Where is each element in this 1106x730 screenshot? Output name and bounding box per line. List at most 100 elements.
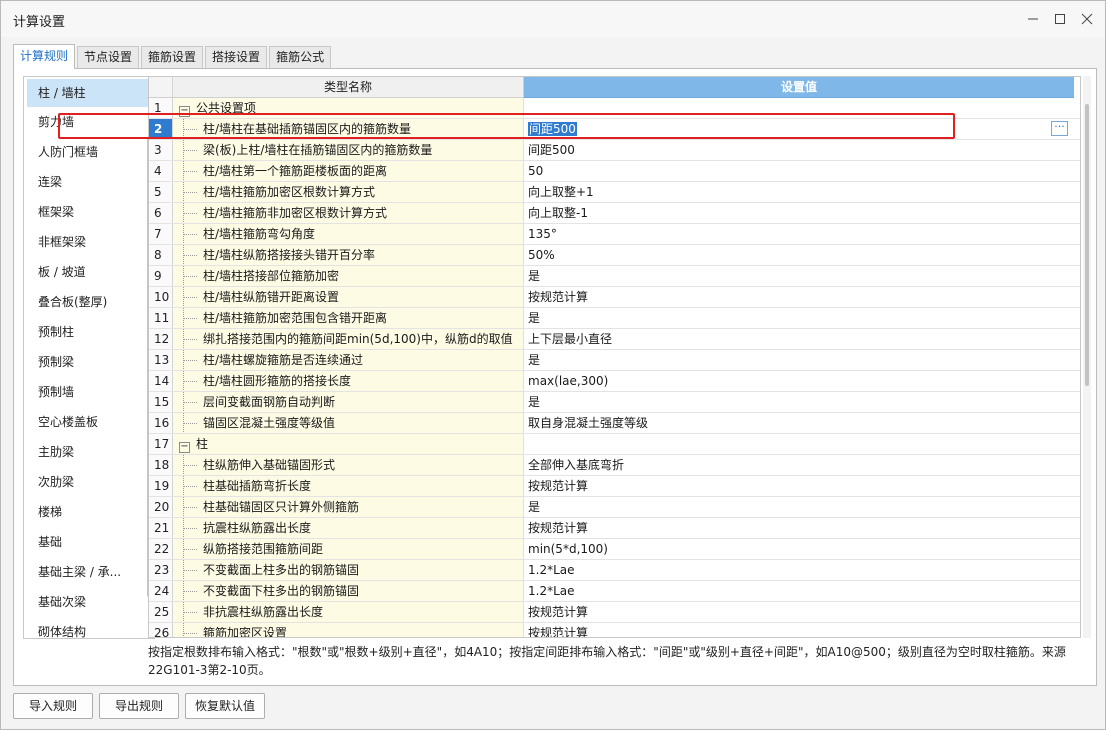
sidebar-item-15[interactable]: 基础 [24,527,154,557]
setting-name-cell[interactable]: 柱/墙柱箍筋加密区根数计算方式 [173,182,524,202]
sidebar-item-16[interactable]: 基础主梁 / 承... [24,557,154,587]
setting-name-cell[interactable]: 柱纵筋伸入基础锚固形式 [173,455,524,475]
table-row[interactable]: 9 柱/墙柱搭接部位箍筋加密 是 [149,266,1080,287]
setting-name-cell[interactable]: 纵筋搭接范围箍筋间距 [173,539,524,559]
sidebar-item-6[interactable]: 板 / 坡道 [24,257,154,287]
table-row[interactable]: 3 梁(板)上柱/墙柱在插筋锚固区内的箍筋数量 间距500 [149,140,1080,161]
table-row[interactable]: 21 抗震柱纵筋露出长度 按规范计算 [149,518,1080,539]
table-row[interactable]: 24 不变截面下柱多出的钢筋锚固 1.2*Lae [149,581,1080,602]
grid-scrollbar[interactable] [1083,76,1091,638]
setting-name-cell[interactable]: 柱/墙柱搭接部位箍筋加密 [173,266,524,286]
setting-value-cell[interactable]: 向上取整-1 [524,203,1074,223]
table-row[interactable]: 18 柱纵筋伸入基础锚固形式 全部伸入基底弯折 [149,455,1080,476]
setting-name-cell[interactable]: − 柱 [173,434,524,454]
setting-name-cell[interactable]: 抗震柱纵筋露出长度 [173,518,524,538]
sidebar-item-5[interactable]: 非框架梁 [24,227,154,257]
table-row[interactable]: 6 柱/墙柱箍筋非加密区根数计算方式 向上取整-1 [149,203,1080,224]
setting-value[interactable]: 间距500 [528,122,577,136]
table-row[interactable]: 11 柱/墙柱箍筋加密范围包含错开距离 是 [149,308,1080,329]
setting-value-cell[interactable]: 间距500 ··· [524,119,1074,139]
setting-value-cell[interactable]: 按规范计算 [524,476,1074,496]
setting-value-cell[interactable]: min(5*d,100) [524,539,1074,559]
setting-name-cell[interactable]: 不变截面下柱多出的钢筋锚固 [173,581,524,601]
table-row[interactable]: 12 绑扎搭接范围内的箍筋间距min(5d,100)中，纵筋d的取值 上下层最小直径 [149,329,1080,350]
table-row[interactable]: 4 柱/墙柱第一个箍筋距楼板面的距离 50 [149,161,1080,182]
import-rules-button[interactable]: 导入规则 [13,693,93,719]
table-row[interactable]: 5 柱/墙柱箍筋加密区根数计算方式 向上取整+1 [149,182,1080,203]
sidebar-item-13[interactable]: 次肋梁 [24,467,154,497]
tab-3[interactable]: 搭接设置 [205,46,268,68]
setting-value-cell[interactable]: 1.2*Lae [524,560,1074,580]
setting-name-cell[interactable]: 柱基础插筋弯折长度 [173,476,524,496]
close-icon[interactable] [1076,9,1098,29]
setting-name-cell[interactable]: 柱/墙柱箍筋加密范围包含错开距离 [173,308,524,328]
setting-name-cell[interactable]: 柱/墙柱第一个箍筋距楼板面的距离 [173,161,524,181]
maximize-icon[interactable] [1049,9,1071,29]
setting-value-cell[interactable]: 是 [524,266,1074,286]
setting-value-cell[interactable]: 1.2*Lae [524,581,1074,601]
tab-4[interactable]: 箍筋公式 [269,46,332,68]
setting-value-cell[interactable]: 是 [524,308,1074,328]
table-row[interactable]: 15 层间变截面钢筋自动判断 是 [149,392,1080,413]
table-row[interactable]: 14 柱/墙柱圆形箍筋的搭接长度 max(lae,300) [149,371,1080,392]
setting-value-cell[interactable]: 取自身混凝土强度等级 [524,413,1074,433]
setting-name-cell[interactable]: 非抗震柱纵筋露出长度 [173,602,524,622]
table-row[interactable]: 25 非抗震柱纵筋露出长度 按规范计算 [149,602,1080,623]
setting-name-cell[interactable]: 梁(板)上柱/墙柱在插筋锚固区内的箍筋数量 [173,140,524,160]
setting-name-cell[interactable]: 柱/墙柱箍筋非加密区根数计算方式 [173,203,524,223]
setting-name-cell[interactable]: 柱基础锚固区只计算外侧箍筋 [173,497,524,517]
table-row[interactable]: 2 柱/墙柱在基础插筋锚固区内的箍筋数量 间距500 ··· [149,119,1080,140]
sidebar-item-3[interactable]: 连梁 [24,167,154,197]
setting-name-cell[interactable]: 柱/墙柱圆形箍筋的搭接长度 [173,371,524,391]
column-header-name[interactable]: 类型名称 [173,77,524,98]
sidebar-item-1[interactable]: 剪力墙 [24,107,154,137]
setting-name-cell[interactable]: − 公共设置项 [173,98,524,118]
export-rules-button[interactable]: 导出规则 [99,693,179,719]
setting-value-cell[interactable]: max(lae,300) [524,371,1074,391]
collapse-icon[interactable]: − [179,442,190,453]
setting-value-cell[interactable] [524,98,1074,118]
sidebar-item-18[interactable]: 砌体结构 [24,617,154,638]
setting-name-cell[interactable]: 锚固区混凝土强度等级值 [173,413,524,433]
sidebar-item-7[interactable]: 叠合板(整厚) [24,287,154,317]
setting-value-cell[interactable]: 按规范计算 [524,602,1074,622]
collapse-icon[interactable]: − [179,106,190,117]
sidebar-item-9[interactable]: 预制梁 [24,347,154,377]
setting-value-cell[interactable]: 50 [524,161,1074,181]
setting-value-cell[interactable]: 按规范计算 [524,623,1074,637]
setting-value-cell[interactable]: 向上取整+1 [524,182,1074,202]
setting-name-cell[interactable]: 不变截面上柱多出的钢筋锚固 [173,560,524,580]
table-row[interactable]: 8 柱/墙柱纵筋搭接接头错开百分率 50% [149,245,1080,266]
sidebar-item-2[interactable]: 人防门框墙 [24,137,154,167]
setting-value-cell[interactable] [524,434,1074,454]
setting-name-cell[interactable]: 柱/墙柱箍筋弯勾角度 [173,224,524,244]
setting-value-cell[interactable]: 上下层最小直径 [524,329,1074,349]
setting-value-cell[interactable]: 按规范计算 [524,287,1074,307]
sidebar-item-14[interactable]: 楼梯 [24,497,154,527]
tab-0[interactable]: 计算规则 [13,44,76,69]
setting-value-cell[interactable]: 是 [524,497,1074,517]
setting-value-cell[interactable]: 按规范计算 [524,518,1074,538]
table-row[interactable]: 16 锚固区混凝土强度等级值 取自身混凝土强度等级 [149,413,1080,434]
setting-name-cell[interactable]: 层间变截面钢筋自动判断 [173,392,524,412]
setting-value-cell[interactable]: 是 [524,392,1074,412]
setting-name-cell[interactable]: 柱/墙柱纵筋搭接接头错开百分率 [173,245,524,265]
setting-value-cell[interactable]: 50% [524,245,1074,265]
setting-name-cell[interactable]: 绑扎搭接范围内的箍筋间距min(5d,100)中，纵筋d的取值 [173,329,524,349]
grid-scrollbar-thumb[interactable] [1085,104,1089,386]
sidebar-item-10[interactable]: 预制墙 [24,377,154,407]
sidebar-item-8[interactable]: 预制柱 [24,317,154,347]
setting-value-cell[interactable]: 全部伸入基底弯折 [524,455,1074,475]
setting-name-cell[interactable]: 箍筋加密区设置 [173,623,524,637]
table-row[interactable]: 10 柱/墙柱纵筋错开距离设置 按规范计算 [149,287,1080,308]
setting-name-cell[interactable]: 柱/墙柱螺旋箍筋是否连续通过 [173,350,524,370]
setting-name-cell[interactable]: 柱/墙柱纵筋错开距离设置 [173,287,524,307]
tab-1[interactable]: 节点设置 [77,46,140,68]
ellipsis-button[interactable]: ··· [1051,121,1068,136]
setting-value-cell[interactable]: 135° [524,224,1074,244]
setting-value-cell[interactable]: 是 [524,350,1074,370]
minimize-icon[interactable] [1022,9,1044,29]
restore-defaults-button[interactable]: 恢复默认值 [185,693,265,719]
column-header-value[interactable]: 设置值 [524,77,1074,98]
sidebar-item-0[interactable]: 柱 / 墙柱 [27,79,151,107]
